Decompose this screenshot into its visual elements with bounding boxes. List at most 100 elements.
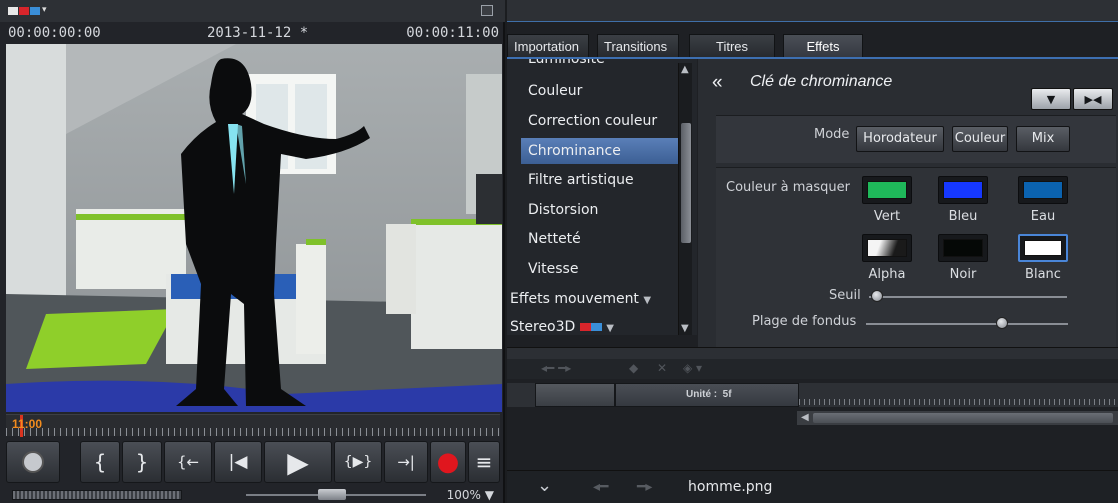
list-item-vitesse[interactable]: Vitesse — [521, 256, 681, 282]
swatch-eau[interactable] — [1018, 176, 1068, 204]
category-stereo3d[interactable]: Stereo3D ▼ — [510, 314, 670, 335]
properties-buttons: ▼ ▶◀ — [1031, 88, 1113, 110]
go-to-out-button[interactable]: →| — [384, 441, 428, 483]
color-to-mask-label: Couleur à masquer — [726, 180, 850, 195]
media-tabs: Importation Transitions Titres Effets — [507, 34, 1118, 58]
timeline-header: Unité : 5f — [507, 383, 1118, 407]
video-preview[interactable] — [6, 44, 502, 412]
list-scrollbar[interactable]: ▲ ▼ — [678, 63, 692, 335]
color-key-section: Couleur à masquer Vert Bleu Eau Alpha No… — [716, 167, 1116, 347]
mode-couleur-button[interactable]: Couleur — [952, 126, 1008, 152]
plage-de-fondus-label: Plage de fondus — [752, 314, 857, 329]
monitor-topbar: ▾ — [0, 0, 505, 22]
preview-image — [6, 44, 502, 412]
mode-horodateur-button[interactable]: Horodateur — [856, 126, 944, 152]
play-in-out-button[interactable]: {▶} — [334, 441, 382, 483]
go-to-in-button[interactable]: {← — [164, 441, 212, 483]
go-to-start-button[interactable]: |◀ — [214, 441, 262, 483]
list-item-filtre-artistique[interactable]: Filtre artistique — [521, 167, 681, 193]
mark-out-button[interactable]: } — [122, 441, 162, 483]
category-effets-mouvement[interactable]: Effets mouvement ▼ — [510, 286, 670, 312]
right-topstrip — [507, 0, 1118, 22]
mode-label: Mode — [814, 127, 850, 142]
scroll-down-icon[interactable]: ▼ — [681, 323, 689, 334]
reset-arrows-icon: ▶◀ — [1084, 92, 1102, 106]
keyframe-nav-icon: ◈ ▾ — [683, 361, 703, 375]
menu-button[interactable]: ≡ — [468, 441, 500, 483]
swatch-label-alpha: Alpha — [868, 267, 906, 282]
app-window: ▾ 00:00:00:00 2013-11-12 * 00:00:11:00 1… — [0, 0, 1118, 503]
reel-icon — [22, 451, 44, 473]
project-date: 2013-11-12 * — [207, 25, 309, 41]
next-arrow-icon[interactable]: ━▸ — [637, 479, 652, 495]
swatch-vert[interactable] — [862, 176, 912, 204]
list-item-correction-couleur[interactable]: Correction couleur — [521, 108, 681, 134]
record-button[interactable]: ● — [430, 441, 466, 483]
ruler-ticks — [6, 428, 500, 436]
video-monitor-panel: ▾ 00:00:00:00 2013-11-12 * 00:00:11:00 1… — [0, 0, 505, 503]
swatch-alpha[interactable] — [862, 234, 912, 262]
stereo3d-icon — [579, 323, 602, 331]
monitor-mode-icon[interactable]: ▾ — [8, 5, 54, 17]
reset-button[interactable]: ▶◀ — [1073, 88, 1113, 110]
preset-dropdown-button[interactable]: ▼ — [1031, 88, 1071, 110]
tab-effets[interactable]: Effets — [783, 34, 863, 58]
zoom-slider-knob[interactable] — [318, 489, 346, 500]
seuil-label: Seuil — [829, 288, 861, 303]
plage-slider-track[interactable] — [866, 323, 1068, 325]
timeline-toolbar: ◂━ ━▸ ◆ ✕ ◈ ▾ — [507, 359, 1118, 379]
scroll-up-icon[interactable]: ▲ — [681, 64, 689, 75]
tab-importation[interactable]: Importation — [507, 34, 589, 58]
mode-section: Mode Horodateur Couleur Mix — [716, 115, 1116, 163]
tab-transitions[interactable]: Transitions — [597, 34, 679, 58]
back-icon[interactable]: « — [712, 72, 723, 94]
monitor-settings-button[interactable] — [6, 441, 60, 483]
chevron-down-icon: ▼ — [1046, 92, 1056, 106]
timeline-unit[interactable]: Unité : 5f — [615, 383, 799, 407]
zoom-level[interactable]: 100% ▼ — [447, 488, 494, 502]
nudge-left-icon: ◂━ ━▸ — [541, 361, 572, 375]
swatch-blanc[interactable] — [1018, 234, 1068, 262]
play-button[interactable]: ▶ — [264, 441, 332, 483]
swatch-bleu[interactable] — [938, 176, 988, 204]
delete-keyframe-icon: ✕ — [657, 361, 668, 375]
media-pool-panel: Importation Transitions Titres Effets Lu… — [507, 0, 1118, 503]
timecode-end: 00:00:11:00 — [406, 25, 499, 41]
bottom-bar: ⌄ ◂━ ━▸ homme.png — [507, 470, 1118, 503]
list-item-couleur[interactable]: Couleur — [521, 78, 681, 104]
timeline-ruler[interactable] — [799, 385, 1118, 405]
monitor-bottom-bar: 100% ▼ — [6, 488, 500, 502]
mark-in-button[interactable]: { — [80, 441, 120, 483]
collapse-chevron-icon[interactable]: ⌄ — [537, 475, 552, 496]
seuil-slider-knob[interactable] — [871, 290, 883, 302]
swatch-label-noir: Noir — [949, 267, 977, 282]
selected-filename: homme.png — [688, 479, 773, 495]
mode-mix-button[interactable]: Mix — [1016, 126, 1070, 152]
plage-slider-knob[interactable] — [996, 317, 1008, 329]
timeline-scroll-thumb[interactable] — [813, 413, 1113, 423]
previous-arrow-icon[interactable]: ◂━ — [593, 479, 608, 495]
timecode-start: 00:00:00:00 — [8, 25, 101, 41]
timeline-scrollbar[interactable]: ◀ — [797, 411, 1118, 425]
panel-divider[interactable] — [507, 347, 1118, 359]
list-item-distorsion[interactable]: Distorsion — [521, 197, 681, 223]
seuil-slider-track[interactable] — [869, 296, 1067, 298]
list-item-chrominance[interactable]: Chrominance — [521, 138, 681, 164]
properties-title: Clé de chrominance — [750, 73, 893, 90]
scrollbar-thumb[interactable] — [681, 123, 691, 243]
swatch-label-vert: Vert — [873, 209, 901, 224]
list-item-nettete[interactable]: Netteté — [521, 226, 681, 252]
swatch-label-bleu: Bleu — [948, 209, 978, 224]
tab-titres[interactable]: Titres — [689, 34, 775, 58]
scroll-left-icon[interactable]: ◀ — [801, 412, 809, 423]
effects-list: Luminosité Couleur Correction couleur Ch… — [507, 59, 697, 335]
swatch-label-eau: Eau — [1030, 209, 1056, 224]
monitor-ruler[interactable]: 11:00 — [6, 414, 500, 437]
jog-shuttle[interactable] — [12, 490, 182, 500]
ruler-position: 11:00 — [12, 417, 43, 431]
timeline-track-header[interactable] — [535, 383, 615, 407]
monitor-maximize-icon[interactable] — [481, 5, 493, 16]
list-item-luminosite[interactable]: Luminosité — [521, 59, 681, 72]
timecode-row: 00:00:00:00 2013-11-12 * 00:00:11:00 — [0, 22, 505, 44]
swatch-noir[interactable] — [938, 234, 988, 262]
